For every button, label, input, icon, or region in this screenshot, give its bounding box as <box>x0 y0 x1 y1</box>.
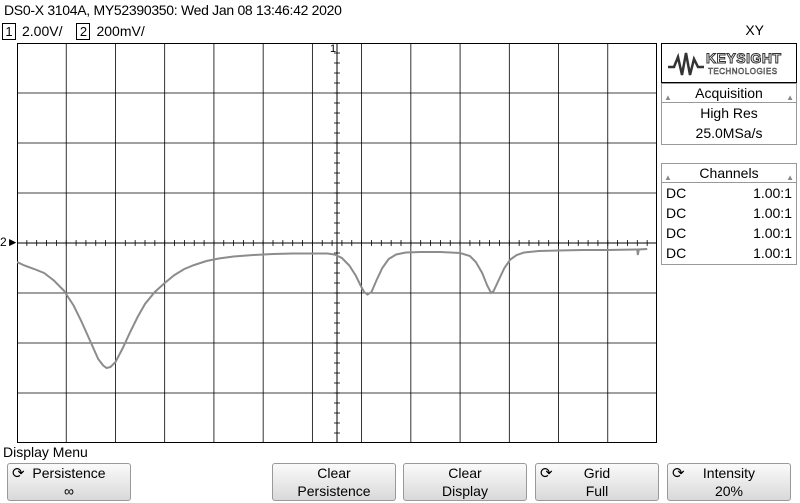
channel-row: DC 1.00:1 <box>662 243 796 263</box>
acquisition-heading-label: Acquisition <box>695 85 763 101</box>
rotate-knob-icon: ⟳ <box>540 465 553 482</box>
persistence-softkey[interactable]: ⟳ Persistence ∞ <box>7 463 131 501</box>
channel-2-marker-label: 2 <box>0 235 7 249</box>
waveform-display <box>17 43 657 443</box>
mode-label: XY <box>745 22 764 38</box>
channel-scale-bar: 1 2.00V/ 2 200mV/ <box>2 22 159 40</box>
probe-ratio: 1.00:1 <box>753 245 792 261</box>
channel-1-marker: 1 <box>330 43 337 55</box>
grid-softkey[interactable]: ⟳ Grid Full <box>535 463 659 501</box>
softkey-label: Intensity <box>702 465 756 481</box>
sample-rate: 25.0MSa/s <box>695 125 763 141</box>
expand-left-icon: ▲ <box>664 173 672 182</box>
channel-1-scale: 2.00V/ <box>22 23 63 39</box>
coupling: DC <box>666 225 687 241</box>
channel-1-badge[interactable]: 1 <box>2 22 16 40</box>
acquisition-heading: ▲ Acquisition ▲ <box>662 84 796 103</box>
expand-right-icon: ▲ <box>786 93 794 102</box>
window-title: DS0-X 3104A, MY52390350: Wed Jan 08 13:4… <box>4 2 342 18</box>
softkey-value: ∞ <box>64 483 74 499</box>
channel-row: DC 1.00:1 <box>662 183 796 203</box>
softkey-value: 20% <box>714 483 744 499</box>
expand-right-icon: ▲ <box>786 173 794 182</box>
channel-row: DC 1.00:1 <box>662 203 796 223</box>
probe-ratio: 1.00:1 <box>753 225 792 241</box>
clear-display-softkey[interactable]: Clear Display <box>403 463 527 501</box>
expand-left-icon: ▲ <box>664 93 672 102</box>
softkey-label: Grid <box>583 465 611 481</box>
probe-ratio: 1.00:1 <box>753 205 792 221</box>
coupling: DC <box>666 205 687 221</box>
acquisition-mode: High Res <box>700 105 758 121</box>
wave-logo-icon <box>668 52 704 76</box>
waveform-trace <box>17 248 648 370</box>
intensity-softkey[interactable]: ⟳ Intensity 20% <box>667 463 791 501</box>
coupling: DC <box>666 245 687 261</box>
softkey-label: Clear <box>317 465 351 481</box>
channel-2-scale: 200mV/ <box>96 23 145 39</box>
logo-brand: KEYSIGHT <box>706 50 782 67</box>
softkey-value: Full <box>585 483 609 499</box>
channel-2-ground-marker: 2► <box>0 235 19 249</box>
softkey-label: Clear <box>448 465 482 481</box>
channel-2-badge[interactable]: 2 <box>76 22 91 40</box>
softkey-label: Persistence <box>32 465 106 481</box>
softkey-value: Display <box>442 483 488 499</box>
clear-persistence-softkey[interactable]: Clear Persistence <box>272 463 396 501</box>
channels-heading: ▲ Channels ▲ <box>662 164 796 183</box>
channels-heading-label: Channels <box>699 165 759 181</box>
menu-title: Display Menu <box>3 444 88 460</box>
rotate-knob-icon: ⟳ <box>12 465 25 482</box>
rotate-knob-icon: ⟳ <box>672 465 685 482</box>
channel-row: DC 1.00:1 <box>662 223 796 243</box>
acquisition-section: ▲ Acquisition ▲ High Res 25.0MSa/s <box>661 83 797 145</box>
side-panel: KEYSIGHT TECHNOLOGIES ▲ Acquisition ▲ Hi… <box>661 43 797 443</box>
softkey-value: Persistence <box>297 483 371 499</box>
channels-section: ▲ Channels ▲ DC 1.00:1 DC 1.00:1 DC 1.00:1 … <box>661 163 797 265</box>
logo-sub: TECHNOLOGIES <box>708 67 778 77</box>
keysight-logo: KEYSIGHT TECHNOLOGIES <box>661 43 797 83</box>
graticule <box>17 43 657 443</box>
